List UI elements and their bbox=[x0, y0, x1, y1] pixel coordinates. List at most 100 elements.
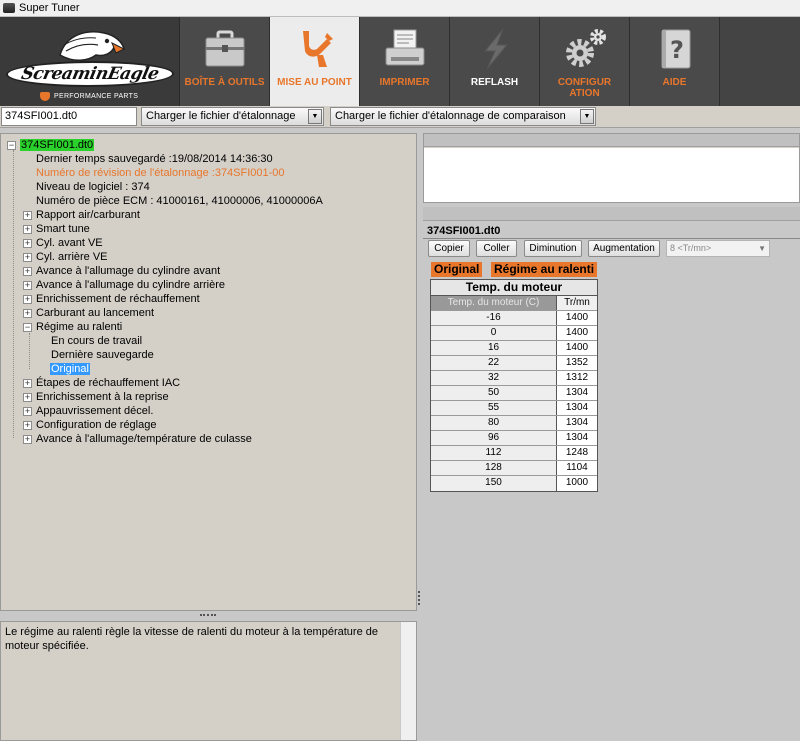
table-row: 128 1104 bbox=[431, 461, 597, 476]
rpm-cell[interactable]: 1304 bbox=[557, 386, 597, 400]
reflash-button[interactable]: REFLASH bbox=[450, 17, 540, 106]
configuration-button[interactable]: CONFIGUR ATION bbox=[540, 17, 630, 106]
expand-icon[interactable]: + bbox=[23, 421, 32, 430]
expand-icon[interactable]: + bbox=[23, 281, 32, 290]
table-row: 0 1400 bbox=[431, 326, 597, 341]
tree-group-spark-head-temp[interactable]: + Avance à l'allumage/température de cula… bbox=[23, 432, 253, 446]
comparison-panel-header bbox=[424, 134, 799, 147]
temp-cell: -16 bbox=[431, 311, 557, 325]
temp-cell: 150 bbox=[431, 476, 557, 491]
tree-info-ecm-part[interactable]: Numéro de pièce ECM : 41000161, 41000006… bbox=[35, 194, 324, 208]
expand-icon[interactable]: + bbox=[23, 309, 32, 318]
tree-group-warmup-enrich[interactable]: + Enrichissement de réchauffement bbox=[23, 292, 201, 306]
toolbox-label: BOÎTE À OUTILS bbox=[184, 77, 265, 88]
help-button[interactable]: ? AIDE bbox=[630, 17, 720, 106]
tree-group-iac-warmup[interactable]: + Étapes de réchauffement IAC bbox=[23, 376, 181, 390]
splitter-grip-icon bbox=[200, 614, 216, 618]
tree-root[interactable]: − 374SFI001.dt0 bbox=[7, 138, 95, 152]
collapse-icon[interactable]: − bbox=[7, 141, 16, 150]
rpm-cell[interactable]: 1104 bbox=[557, 461, 597, 475]
tree-group-front-spark[interactable]: + Avance à l'allumage du cylindre avant bbox=[23, 264, 221, 278]
temp-cell: 32 bbox=[431, 371, 557, 385]
load-compare-dropdown[interactable]: Charger le fichier d'étalonnage de compa… bbox=[330, 107, 596, 126]
gears-icon bbox=[561, 27, 609, 71]
load-calibration-dropdown[interactable]: Charger le fichier d'étalonnage ▼ bbox=[141, 107, 324, 126]
paste-button[interactable]: Coller bbox=[476, 240, 517, 257]
expand-icon[interactable]: + bbox=[23, 295, 32, 304]
collapse-icon[interactable]: − bbox=[23, 323, 32, 332]
decrease-button[interactable]: Diminution bbox=[524, 240, 582, 257]
expand-icon[interactable]: + bbox=[23, 239, 32, 248]
tree-group-front-ve[interactable]: + Cyl. avant VE bbox=[23, 236, 104, 250]
file-bar: 374SFI001.dt0 Charger le fichier d'étalo… bbox=[0, 106, 800, 128]
temp-cell: 16 bbox=[431, 341, 557, 355]
rpm-cell[interactable]: 1352 bbox=[557, 356, 597, 370]
rpm-cell[interactable]: 1248 bbox=[557, 446, 597, 460]
rpm-cell[interactable]: 1304 bbox=[557, 416, 597, 430]
description-panel: Le régime au ralenti règle la vitesse de… bbox=[0, 621, 417, 741]
tree-group-decel-enleanment[interactable]: + Appauvrissement décel. bbox=[23, 404, 154, 418]
chevron-down-icon[interactable]: ▼ bbox=[758, 241, 766, 256]
horizontal-splitter[interactable] bbox=[0, 611, 417, 621]
table-row: 16 1400 bbox=[431, 341, 597, 356]
tree-group-air-fuel[interactable]: + Rapport air/carburant bbox=[23, 208, 141, 222]
printer-icon bbox=[381, 27, 429, 71]
temp-cell: 112 bbox=[431, 446, 557, 460]
comparison-panel-body bbox=[424, 148, 799, 202]
rpm-cell[interactable]: 1312 bbox=[557, 371, 597, 385]
tree-item-working[interactable]: En cours de travail bbox=[50, 334, 143, 348]
rpm-cell[interactable]: 1304 bbox=[557, 401, 597, 415]
rpm-cell[interactable]: 1000 bbox=[557, 476, 597, 491]
copy-button[interactable]: Copier bbox=[428, 240, 470, 257]
chevron-down-icon[interactable]: ▼ bbox=[580, 109, 594, 124]
temp-cell: 50 bbox=[431, 386, 557, 400]
expand-icon[interactable]: + bbox=[23, 225, 32, 234]
tree-group-smart-tune[interactable]: + Smart tune bbox=[23, 222, 91, 236]
rpm-cell[interactable]: 1400 bbox=[557, 341, 597, 355]
source-tag: Original bbox=[431, 262, 483, 277]
tree-root-label: 374SFI001.dt0 bbox=[20, 139, 95, 151]
calibration-file-field[interactable]: 374SFI001.dt0 bbox=[1, 107, 137, 126]
tree-group-rear-spark[interactable]: + Avance à l'allumage du cylindre arrière bbox=[23, 278, 226, 292]
expand-icon[interactable]: + bbox=[23, 379, 32, 388]
tree-group-crank-fuel[interactable]: + Carburant au lancement bbox=[23, 306, 155, 320]
toolbox-button[interactable]: BOÎTE À OUTILS bbox=[180, 17, 270, 106]
window-titlebar: Super Tuner bbox=[0, 0, 800, 17]
tree-info-saved-time[interactable]: Dernier temps sauvegardé :19/08/2014 14:… bbox=[35, 152, 274, 166]
tree-info-software-level[interactable]: Niveau de logiciel : 374 bbox=[35, 180, 151, 194]
tree-group-idle-rpm[interactable]: − Régime au ralenti bbox=[23, 320, 123, 334]
temp-cell: 96 bbox=[431, 431, 557, 445]
expand-icon[interactable]: + bbox=[23, 407, 32, 416]
splitter-grip-icon bbox=[418, 591, 422, 605]
rpm-cell[interactable]: 1400 bbox=[557, 311, 597, 325]
tree-group-accel-enrich[interactable]: + Enrichissement à la reprise bbox=[23, 390, 170, 404]
tree-connector bbox=[13, 150, 14, 438]
increase-button[interactable]: Augmentation bbox=[588, 240, 660, 257]
tree-group-tune-config[interactable]: + Configuration de réglage bbox=[23, 418, 157, 432]
comparison-panel bbox=[423, 133, 800, 203]
calibration-tree: − 374SFI001.dt0 Dernier temps sauvegardé… bbox=[0, 133, 417, 611]
tree-group-rear-ve[interactable]: + Cyl. arrière VE bbox=[23, 250, 109, 264]
expand-icon[interactable]: + bbox=[23, 253, 32, 262]
expand-icon[interactable]: + bbox=[23, 393, 32, 402]
rpm-cell[interactable]: 1304 bbox=[557, 431, 597, 445]
brand-wordmark: ScreaminEagle bbox=[3, 61, 177, 87]
tree-item-last-saved[interactable]: Dernière sauvegarde bbox=[50, 348, 155, 362]
expand-icon[interactable]: + bbox=[23, 435, 32, 444]
tree-info-revision[interactable]: Numéro de révision de l'étalonnage :374S… bbox=[35, 166, 286, 180]
step-unit-value: 8 <Tr/mn> bbox=[670, 243, 712, 253]
rpm-cell[interactable]: 1400 bbox=[557, 326, 597, 340]
temp-cell: 22 bbox=[431, 356, 557, 370]
description-scrollbar[interactable] bbox=[400, 622, 416, 740]
chevron-down-icon[interactable]: ▼ bbox=[308, 109, 322, 124]
expand-icon[interactable]: + bbox=[23, 267, 32, 276]
step-unit-select[interactable]: 8 <Tr/mn> ▼ bbox=[666, 240, 770, 257]
tree-item-original[interactable]: Original bbox=[50, 362, 90, 376]
table-caption: Temp. du moteur bbox=[431, 280, 597, 296]
help-label: AIDE bbox=[662, 77, 687, 88]
expand-icon[interactable]: + bbox=[23, 211, 32, 220]
print-button[interactable]: IMPRIMER bbox=[360, 17, 450, 106]
table-row: 150 1000 bbox=[431, 476, 597, 491]
tune-button[interactable]: MISE AU POINT bbox=[270, 17, 360, 106]
column-header-rpm: Tr/mn bbox=[557, 296, 597, 310]
